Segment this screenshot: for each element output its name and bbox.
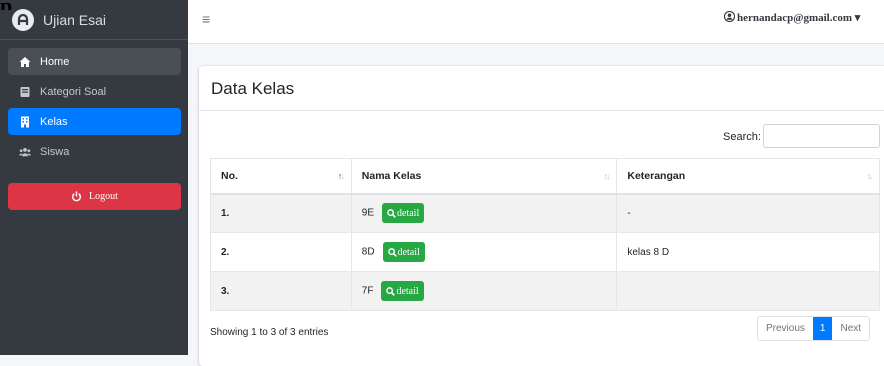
user-circle-icon: [724, 11, 735, 22]
logout-button[interactable]: Logout: [8, 183, 181, 210]
sort-asc-icon: ↑↓: [337, 171, 345, 181]
table-info: Showing 1 to 3 of 3 entries: [210, 327, 329, 338]
sidebar-item-label: Kelas: [40, 115, 68, 128]
search-label: Search:: [723, 131, 761, 143]
kelas-table: No. ↑↓ Nama Kelas ↑↓ Keterangan ↑↓ 1. 9E det…: [210, 158, 880, 311]
home-icon: [18, 56, 32, 68]
menu-toggle-icon[interactable]: ≡: [202, 11, 210, 27]
sort-icon: ↑↓: [603, 171, 610, 181]
detail-label: detail: [397, 207, 420, 219]
stray-heading-fragment: p: [0, 0, 20, 10]
cell-no: 3.: [210, 271, 352, 311]
sidebar-item-label: Home: [40, 55, 70, 68]
brand[interactable]: Ujian Esai: [0, 0, 188, 40]
sidebar-item-home[interactable]: Home: [8, 48, 181, 75]
detail-label: detail: [397, 246, 420, 258]
detail-button[interactable]: detail: [382, 203, 425, 224]
cell-keterangan: kelas 8 D: [616, 232, 880, 272]
class-name: 7F: [361, 285, 374, 297]
detail-button[interactable]: detail: [382, 242, 425, 262]
sidebar-item-label: Kategori Soal: [40, 85, 107, 98]
search-icon: [387, 208, 396, 218]
cell-no: 1.: [210, 193, 352, 233]
class-name: 9E: [361, 207, 375, 219]
cell-no: 2.: [210, 232, 352, 272]
sidebar-item-kategori-soal[interactable]: Kategori Soal: [8, 78, 181, 105]
power-icon: [71, 191, 82, 202]
previous-page-button[interactable]: Previous: [758, 317, 813, 340]
table-row: 1. 9E detail -: [210, 193, 880, 233]
brand-title: Ujian Esai: [43, 11, 107, 28]
cell-keterangan: [616, 271, 880, 311]
search-icon: [387, 247, 397, 257]
next-page-button[interactable]: Next: [832, 317, 869, 340]
sort-icon: ↑↓: [866, 171, 873, 181]
sidebar-item-siswa[interactable]: Siswa: [8, 138, 181, 165]
brand-logo-icon: [12, 8, 34, 31]
card-divider: [199, 110, 884, 111]
sidebar: Ujian Esai Home Kategori Soal Kelas Sisw…: [0, 0, 188, 355]
user-menu[interactable]: hernandacp@gmail.com ▾: [724, 11, 884, 24]
column-header-no[interactable]: No. ↑↓: [210, 158, 352, 195]
column-header-nama-kelas[interactable]: Nama Kelas ↑↓: [350, 158, 618, 195]
sidebar-item-label: Siswa: [40, 145, 70, 158]
pagination: Previous 1 Next: [757, 316, 871, 341]
page-title: Data Kelas: [211, 79, 295, 98]
logout-label: Logout: [89, 191, 118, 202]
column-header-label: No.: [221, 169, 238, 182]
detail-button[interactable]: detail: [381, 281, 424, 301]
search-input[interactable]: [763, 124, 880, 148]
detail-label: detail: [396, 285, 419, 297]
sidebar-nav: Home Kategori Soal Kelas Siswa: [0, 40, 188, 165]
table-row: 3. 7F detail: [210, 271, 880, 311]
book-icon: [18, 86, 32, 98]
class-name: 8D: [361, 246, 375, 258]
building-icon: [18, 116, 32, 128]
cell-nama-kelas: 9E detail: [350, 193, 618, 233]
topbar: ≡ hernandacp@gmail.com ▾: [188, 0, 884, 44]
search-icon: [386, 286, 396, 296]
cell-nama-kelas: 8D detail: [350, 232, 618, 272]
cell-nama-kelas: 7F detail: [350, 271, 618, 311]
user-email: hernandacp@gmail.com: [737, 12, 853, 24]
column-header-label: Keterangan: [627, 169, 686, 182]
data-kelas-card: Data Kelas Search: No. ↑↓ Nama Kelas ↑↓ Ke…: [199, 66, 884, 366]
column-header-keterangan[interactable]: Keterangan ↑↓: [616, 158, 880, 195]
users-icon: [18, 146, 32, 158]
column-header-label: Nama Kelas: [361, 169, 422, 182]
sidebar-item-kelas[interactable]: Kelas: [8, 108, 181, 135]
table-row: 2. 8D detail kelas 8 D: [210, 232, 880, 272]
cell-keterangan: -: [616, 193, 880, 233]
page-1-button[interactable]: 1: [812, 317, 833, 340]
